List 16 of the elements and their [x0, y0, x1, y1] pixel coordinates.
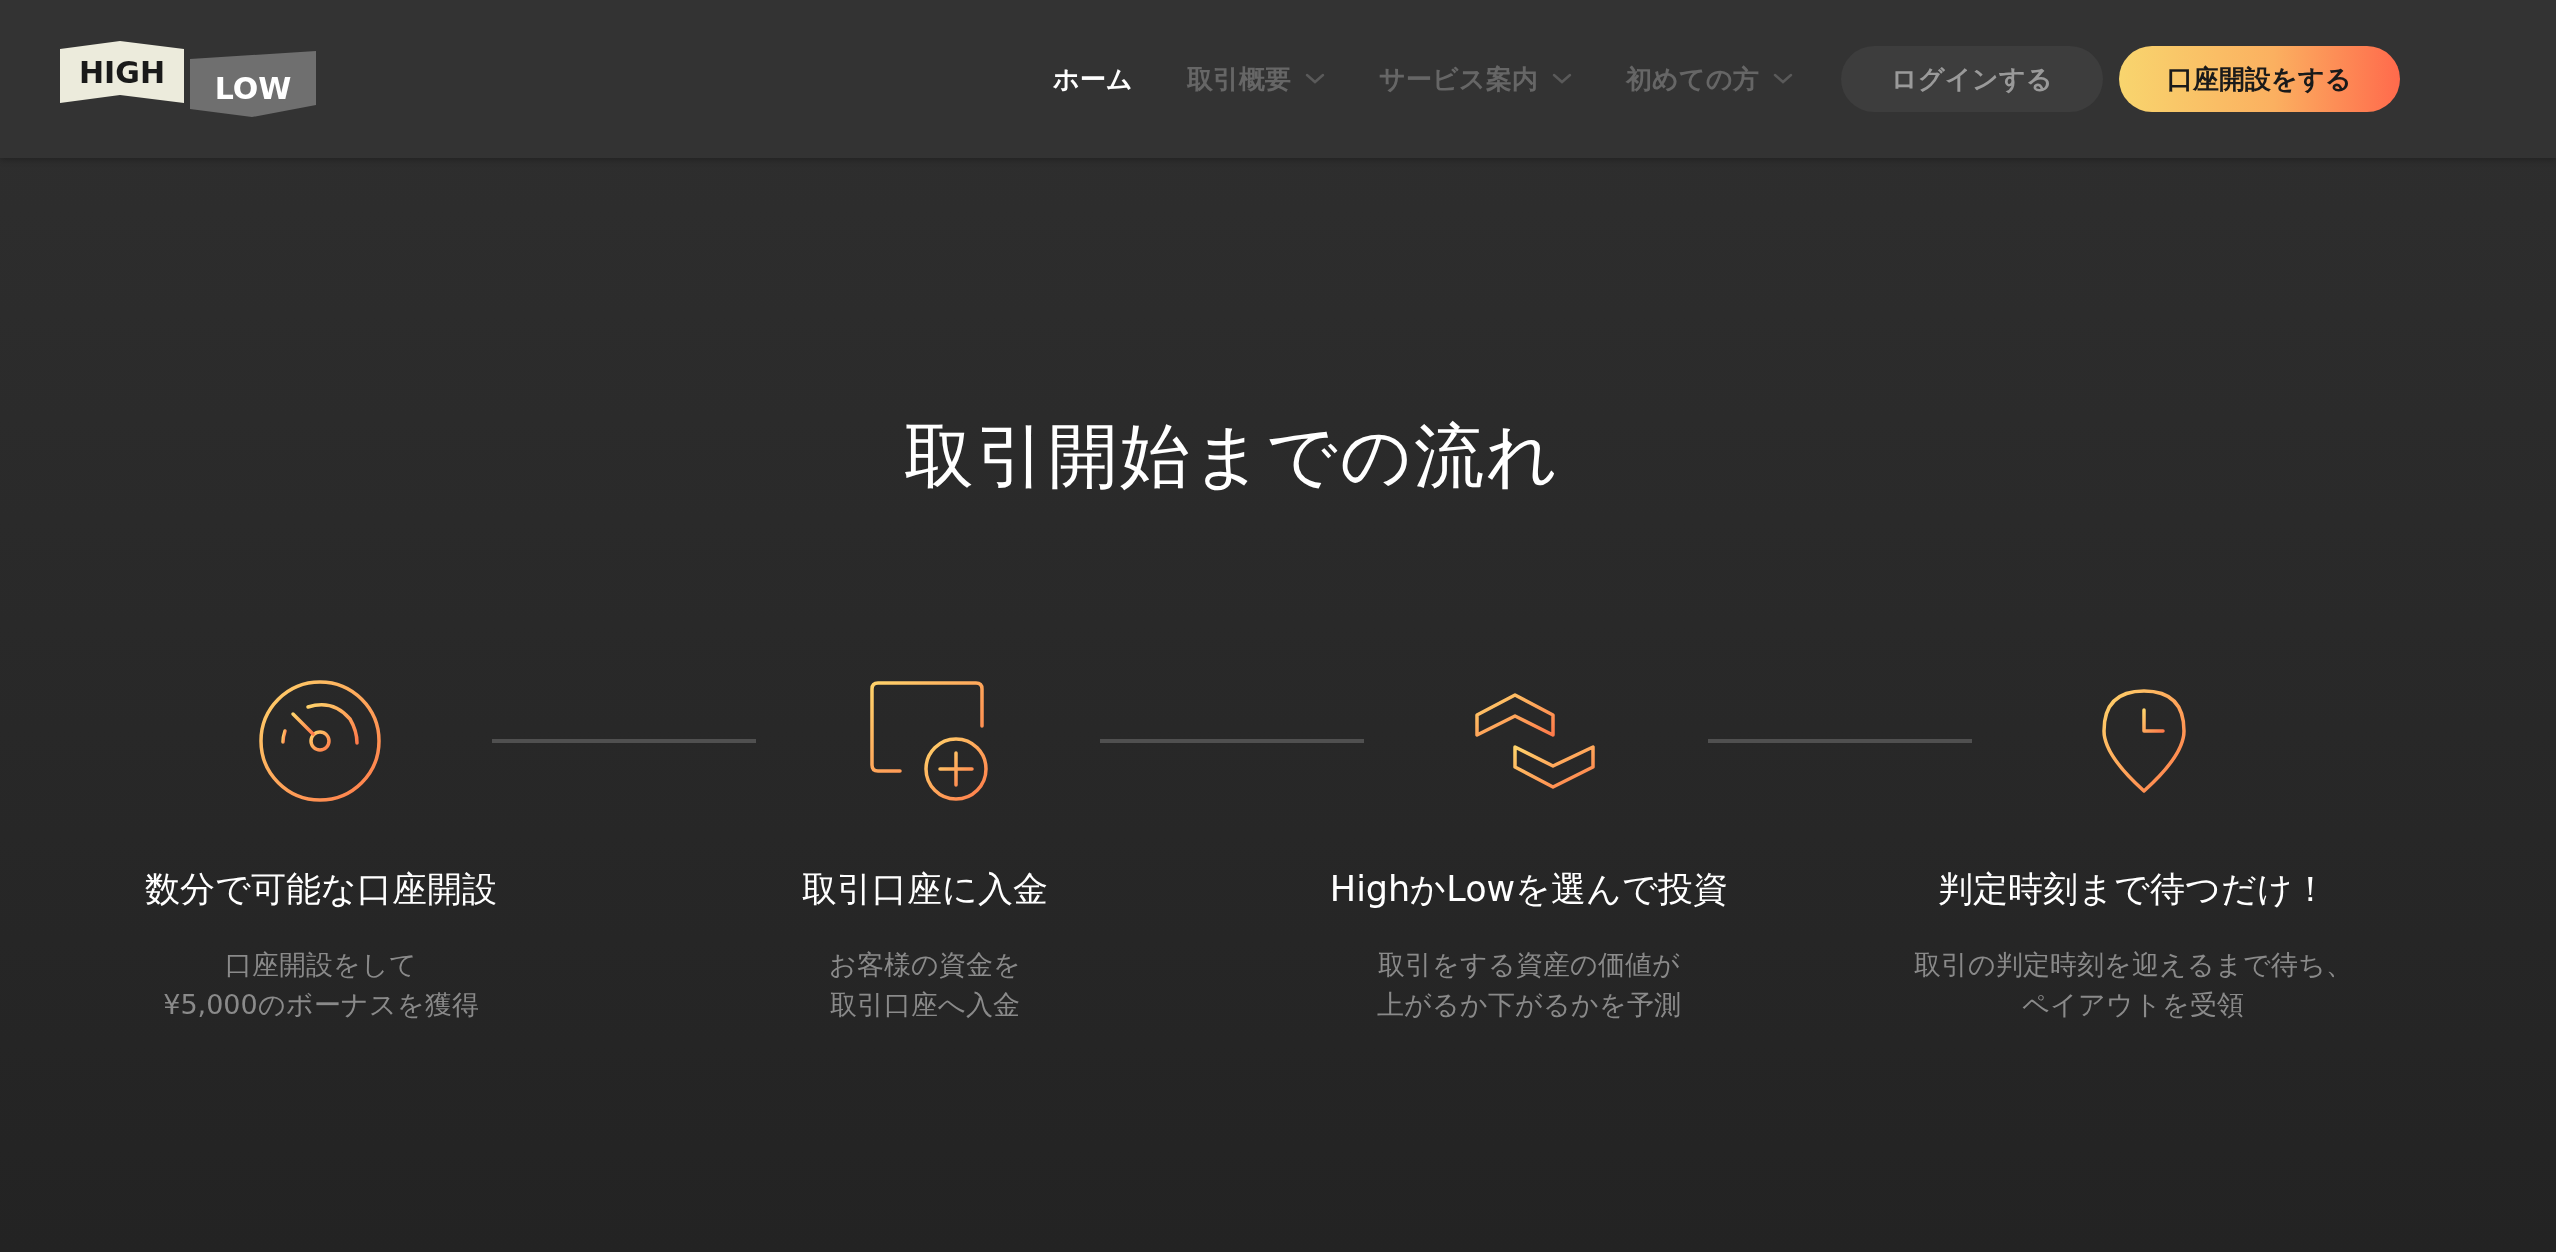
step-description: 取引をする資産の価値が 上がるか下がるかを予測	[1377, 948, 1681, 1022]
step-description: 口座開設をして ¥5,000のボーナスを獲得	[163, 948, 479, 1022]
clock-pin-icon	[2102, 689, 2186, 793]
brand-logo[interactable]: HIGH LOW	[58, 41, 318, 121]
step-title: HighかLowを選んで投資	[1329, 868, 1729, 911]
login-button[interactable]: ログインする	[1841, 46, 2103, 112]
gauge-icon	[258, 679, 382, 803]
step-description: お客様の資金を 取引口座へ入金	[829, 948, 1021, 1022]
step-title: 判定時刻まで待つだけ！	[1938, 868, 2328, 911]
nav-link[interactable]: ホーム	[1053, 61, 1133, 97]
step-title: 取引口座に入金	[802, 868, 1048, 911]
step-description: 取引の判定時刻を迎えるまで待ち、 ペイアウトを受領	[1913, 948, 2353, 1022]
open-account-button[interactable]: 口座開設をする	[2119, 46, 2400, 112]
step-title: 数分で可能な口座開設	[145, 868, 497, 911]
section-title: 取引開始までの流れ	[904, 414, 1560, 498]
card-plus-icon	[868, 681, 988, 801]
